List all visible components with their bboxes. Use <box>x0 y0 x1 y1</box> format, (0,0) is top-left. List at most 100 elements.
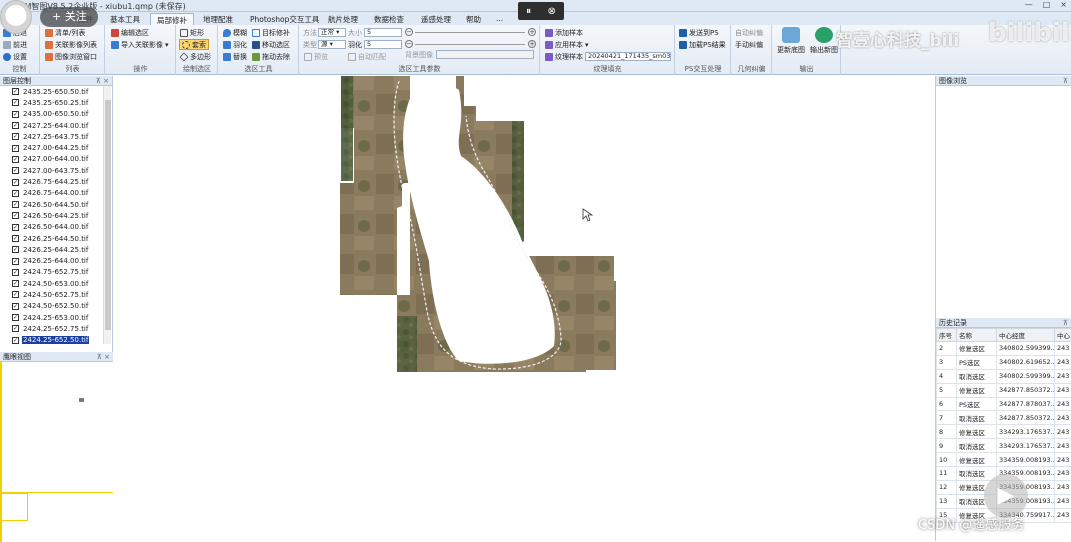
tab-aerial[interactable]: 航片处理 <box>322 13 364 25</box>
feather-input[interactable]: 5 <box>364 40 402 49</box>
rectangle-button[interactable]: 矩形 <box>180 27 204 38</box>
close-icon[interactable]: ⊼ × <box>97 352 110 362</box>
eagle-viewport-box[interactable] <box>0 493 28 521</box>
layer-checkbox[interactable]: ✓ <box>12 156 19 163</box>
history-row[interactable]: 10修复选区334359.008193...243 <box>937 453 1071 467</box>
layer-checkbox[interactable]: ✓ <box>12 224 19 231</box>
layer-item[interactable]: ✓2424.25-652.75.tif <box>0 323 102 334</box>
size-input[interactable]: 5 <box>364 28 402 37</box>
maximize-button[interactable]: □ <box>1043 0 1051 9</box>
layer-item[interactable]: ✓2424.25-653.00.tif <box>0 312 102 323</box>
map-canvas[interactable] <box>114 76 934 541</box>
col-header[interactable]: 中心 <box>1055 329 1071 342</box>
move-selection-button[interactable]: 移动选区 <box>252 39 290 50</box>
layer-item[interactable]: ✓2424.75-652.75.tif <box>0 267 102 278</box>
layer-checkbox[interactable]: ✓ <box>12 303 19 310</box>
layer-item[interactable]: ✓2424.50-652.50.tif <box>0 301 102 312</box>
layer-checkbox[interactable]: ✓ <box>12 337 19 344</box>
layer-item[interactable]: ✓2427.00-644.00.tif <box>0 154 102 165</box>
scrollbar-thumb[interactable] <box>105 100 111 330</box>
related-list-button[interactable]: 关联影像列表 <box>45 39 97 50</box>
layer-checkbox[interactable]: ✓ <box>12 280 19 287</box>
layer-item[interactable]: ✓2427.00-644.25.tif <box>0 142 102 153</box>
pin-icon[interactable]: ⊼ <box>1063 318 1068 328</box>
layer-checkbox[interactable]: ✓ <box>12 325 19 332</box>
preview-checkbox[interactable]: 预览 <box>304 51 328 62</box>
auto-correct-button[interactable]: 自动纠偏 <box>735 27 763 38</box>
layer-checkbox[interactable]: ✓ <box>12 111 19 118</box>
minus-icon[interactable]: − <box>405 40 413 48</box>
history-row[interactable]: 5修复选区342877.850372...243 <box>937 383 1071 397</box>
layer-item[interactable]: ✓2426.50-644.25.tif <box>0 210 102 221</box>
layer-item[interactable]: ✓2427.25-643.75.tif <box>0 131 102 142</box>
follow-button[interactable]: + 关注 <box>40 7 98 27</box>
texture-sample-select[interactable]: 20240421_171435_sm03.tif ▾ <box>585 52 671 61</box>
feather-slider-track[interactable] <box>415 44 525 45</box>
plus-icon[interactable]: + <box>528 40 536 48</box>
layer-checkbox[interactable]: ✓ <box>12 190 19 197</box>
image-preview[interactable] <box>936 86 1071 318</box>
layer-item[interactable]: ✓2426.50-644.00.tif <box>0 222 102 233</box>
layer-checkbox[interactable]: ✓ <box>12 314 19 321</box>
tab-rs[interactable]: 遥感处理 <box>415 13 457 25</box>
blur-button[interactable]: 模糊 <box>223 27 247 38</box>
layer-checkbox[interactable]: ✓ <box>12 88 19 95</box>
layer-checkbox[interactable]: ✓ <box>12 145 19 152</box>
send-to-ps-button[interactable]: 发送到PS <box>679 27 719 38</box>
layer-item[interactable]: ✓2435.00-650.50.tif <box>0 109 102 120</box>
add-sample-button[interactable]: 添加样本 <box>545 27 583 38</box>
close-button[interactable]: × <box>1060 0 1067 9</box>
layer-item[interactable]: ✓2435.25-650.25.tif <box>0 97 102 108</box>
col-header[interactable]: 中心经度 <box>997 329 1055 342</box>
list-button[interactable]: 清单/列表 <box>45 27 85 38</box>
import-related-button[interactable]: 导入关联影像▾ <box>111 39 169 50</box>
update-base-button[interactable]: 更新底图 <box>774 27 808 55</box>
minimize-button[interactable]: — <box>1025 0 1033 9</box>
layer-item[interactable]: ✓2427.25-644.00.tif <box>0 120 102 131</box>
history-row[interactable]: 6PS选区342877.878037...243 <box>937 397 1071 411</box>
pin-icon[interactable]: ⊼ <box>1063 76 1068 86</box>
eagle-view[interactable] <box>0 362 113 541</box>
lasso-button[interactable]: 套索 <box>179 39 209 50</box>
layer-checkbox[interactable]: ✓ <box>12 269 19 276</box>
tab-georef[interactable]: 地理配准 <box>197 13 239 25</box>
settings-button[interactable]: 设置 <box>3 51 27 62</box>
load-ps-result-button[interactable]: 加载PS结果 <box>679 39 726 50</box>
layer-checkbox[interactable]: ✓ <box>12 246 19 253</box>
target-repair-button[interactable]: 目标修补 <box>252 27 290 38</box>
method-select[interactable]: 正常 ▾ <box>318 28 346 37</box>
layer-checkbox[interactable]: ✓ <box>12 212 19 219</box>
tab-data-check[interactable]: 数据检查 <box>368 13 410 25</box>
plus-icon[interactable]: + <box>528 28 536 36</box>
layer-item[interactable]: ✓2426.50-644.50.tif <box>0 199 102 210</box>
feather-button[interactable]: 羽化 <box>223 39 247 50</box>
image-browser-button[interactable]: 图像浏览窗口 <box>45 51 97 62</box>
col-header[interactable]: 序号 <box>937 329 957 342</box>
auto-match-checkbox[interactable]: 自动匹配 <box>348 51 386 62</box>
layer-item[interactable]: ✓2426.25-644.25.tif <box>0 244 102 255</box>
layer-checkbox[interactable]: ✓ <box>12 235 19 242</box>
layer-checkbox[interactable]: ✓ <box>12 122 19 129</box>
pause-icon[interactable]: ⏸ <box>526 6 531 17</box>
layer-item[interactable]: ✓2426.75-644.00.tif <box>0 188 102 199</box>
drag-remove-button[interactable]: 拖动去除 <box>252 51 290 62</box>
layer-item[interactable]: ✓2424.25-652.50.tif <box>0 335 102 346</box>
tab-help[interactable]: 帮助 <box>460 13 487 25</box>
layer-item[interactable]: ✓2426.25-644.00.tif <box>0 255 102 266</box>
layer-item[interactable]: ✓2426.25-644.50.tif <box>0 233 102 244</box>
polygon-button[interactable]: 多边形 <box>180 51 211 62</box>
close-icon[interactable]: ⊗ <box>547 6 555 17</box>
layer-scrollbar[interactable] <box>103 86 111 344</box>
minus-icon[interactable]: − <box>405 28 413 36</box>
history-row[interactable]: 2修复选区340802.599399...243 <box>937 342 1071 356</box>
tab-photoshop[interactable]: Photoshop交互工具 <box>244 13 325 25</box>
layer-checkbox[interactable]: ✓ <box>12 133 19 140</box>
apply-sample-button[interactable]: 应用样本▾ <box>545 39 589 50</box>
close-icon[interactable]: ⊼ × <box>96 76 109 86</box>
bg-image-select[interactable] <box>436 50 534 59</box>
tab-local-repair[interactable]: 局部修补 <box>150 13 194 25</box>
type-select[interactable]: 源 ▾ <box>318 40 346 49</box>
layer-item[interactable]: ✓2426.75-644.25.tif <box>0 176 102 187</box>
layer-item[interactable]: ✓2435.25-650.50.tif <box>0 86 102 97</box>
edit-selection-button[interactable]: 编辑选区 <box>111 27 149 38</box>
